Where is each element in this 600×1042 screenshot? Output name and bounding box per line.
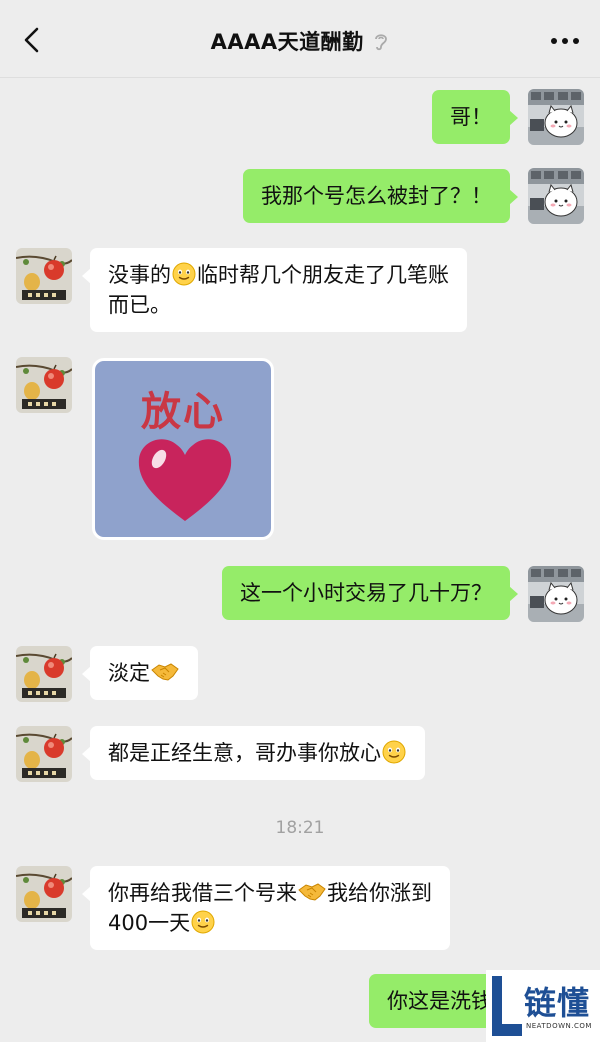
my-avatar[interactable] <box>528 566 584 622</box>
smile-emoji-icon <box>382 740 406 764</box>
watermark-brand: 链懂 <box>524 984 591 1022</box>
more-dots-icon[interactable] <box>550 30 580 50</box>
chat-header: AAAA天道酬勤 <box>0 0 600 78</box>
site-watermark: 链懂 NEATDOWN.COM <box>486 970 600 1042</box>
message-text: 淡定 <box>108 661 150 685</box>
chat-timestamp: 18:21 <box>275 818 325 838</box>
smile-emoji-icon <box>172 262 196 286</box>
message-text: 都是正经生意，哥办事你放心 <box>108 741 381 765</box>
message-text: 哥！ <box>450 105 492 129</box>
message-text: 而已。 <box>108 293 171 317</box>
message-text: 临时帮几个朋友走了几笔账 <box>197 263 449 287</box>
chat-title-text: AAAA天道酬勤 <box>210 30 364 54</box>
message-text: 你这是洗钱 <box>387 989 492 1013</box>
heart-icon <box>138 439 232 521</box>
contact-avatar[interactable] <box>16 866 72 922</box>
handshake-emoji-icon <box>151 661 179 683</box>
watermark-site: NEATDOWN.COM <box>526 1022 592 1030</box>
heart-sticker[interactable]: 放心 <box>92 358 274 540</box>
watermark-logo-icon <box>492 976 522 1036</box>
smile-emoji-icon <box>191 910 215 934</box>
handshake-emoji-icon <box>298 881 326 903</box>
message-bubble-received[interactable]: 没事的 临时帮几个朋友走了几笔账 而已。 <box>82 248 467 332</box>
contact-avatar[interactable] <box>16 646 72 702</box>
message-bubble-sent[interactable]: 哥！ <box>432 90 518 144</box>
message-text: 400一天 <box>108 911 191 935</box>
message-text: 没事的 <box>108 263 171 287</box>
message-bubble-received[interactable]: 淡定 <box>82 646 198 700</box>
message-text: 我那个号怎么被封了？！ <box>261 184 492 208</box>
message-bubble-sent[interactable]: 我那个号怎么被封了？！ <box>243 169 518 223</box>
message-text: 你再给我借三个号来 <box>108 881 297 905</box>
my-avatar[interactable] <box>528 168 584 224</box>
message-text: 我给你涨到 <box>327 881 432 905</box>
contact-avatar[interactable] <box>16 248 72 304</box>
message-text: 这一个小时交易了几十万？ <box>240 581 492 605</box>
message-bubble-sent[interactable]: 这一个小时交易了几十万？ <box>222 566 518 620</box>
contact-avatar[interactable] <box>16 726 72 782</box>
ear-icon <box>375 34 388 51</box>
message-bubble-received[interactable]: 都是正经生意，哥办事你放心 <box>82 726 425 780</box>
chat-title[interactable]: AAAA天道酬勤 <box>0 26 600 56</box>
contact-avatar[interactable] <box>16 357 72 413</box>
my-avatar[interactable] <box>528 89 584 145</box>
message-bubble-received[interactable]: 你再给我借三个号来 我给你涨到 400一天 <box>82 866 450 950</box>
sticker-text: 放心 <box>141 389 225 435</box>
